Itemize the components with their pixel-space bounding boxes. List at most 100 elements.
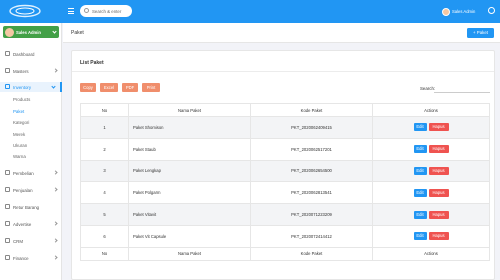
sidebar-item-crm[interactable]: CRM — [0, 236, 62, 246]
sidebar-profile[interactable]: Sales Admin — [3, 26, 59, 38]
table-search-input[interactable] — [434, 84, 490, 93]
copy-button[interactable]: Copy — [80, 83, 96, 92]
cell-actions: Edit Hapus — [372, 116, 490, 139]
sidebar-item-label: Dashboard — [13, 51, 35, 57]
user-menu[interactable]: Sales Admin — [440, 7, 475, 16]
folder-icon — [5, 68, 10, 73]
cell-kode: PKT_2020072414412 — [250, 224, 373, 248]
delete-button[interactable]: Hapus — [428, 188, 449, 197]
page-header: Paket + Paket — [63, 23, 500, 43]
sidebar-item-label: Masters — [13, 68, 29, 74]
sidebar-item-advertise[interactable]: Advertise — [0, 219, 62, 229]
sidebar-subitem-kategori[interactable]: Kategori — [13, 120, 29, 125]
page-title: Paket — [71, 30, 84, 36]
delete-button[interactable]: Hapus — [428, 210, 449, 219]
delete-button[interactable]: Hapus — [428, 123, 449, 132]
cell-actions: Edit Hapus — [372, 137, 490, 161]
edit-button[interactable]: Edit — [413, 145, 427, 154]
cell-nama: Paket Vit Capsule — [128, 224, 251, 248]
gear-icon[interactable] — [488, 7, 495, 14]
sidebar-item-dashboard[interactable]: Dashboard — [0, 49, 62, 59]
column-header-nama[interactable]: Nama Paket — [128, 103, 251, 117]
sidebar-item-label: Advertise — [13, 221, 32, 227]
divider — [72, 71, 494, 72]
search-placeholder: Search & enter — [92, 8, 122, 14]
edit-button[interactable]: Edit — [413, 166, 427, 175]
column-header-actions: Actions — [372, 103, 490, 117]
delete-button[interactable]: Hapus — [428, 232, 449, 241]
sidebar-item-label: CRM — [13, 238, 23, 244]
sidebar-item-penjualan[interactable]: Penjualan — [0, 185, 62, 195]
avatar — [5, 27, 14, 37]
table-row: 3 Paket Lengkap PKT_2020062654500 Edit Ha… — [80, 159, 490, 183]
cell-kode: PKT_2020062813541 — [250, 181, 373, 205]
sidebar-item-finance[interactable]: Finance — [0, 253, 62, 263]
wallet-icon — [5, 255, 10, 260]
cell-kode: PKT_2020071223209 — [250, 203, 373, 226]
sidebar-item-pembelian[interactable]: Pembelian — [0, 168, 62, 178]
cell-no: 1 — [80, 116, 129, 139]
cell-no: 2 — [80, 137, 129, 161]
sidebar-item-label: Pembelian — [13, 170, 34, 176]
edit-button[interactable]: Edit — [413, 188, 427, 197]
chevron-right-icon — [53, 169, 58, 175]
cell-actions: Edit Hapus — [372, 203, 490, 226]
cell-nama: Paket Vitavit — [128, 203, 251, 226]
print-button[interactable]: Print — [142, 83, 160, 92]
excel-button[interactable]: Excel — [100, 83, 118, 92]
sidebar-item-retur-barang[interactable]: Retur Barang — [0, 202, 62, 212]
list-card: List Paket Copy Excel PDF Print Search: … — [71, 50, 495, 280]
edit-button[interactable]: Edit — [413, 232, 427, 241]
footer-no: No — [80, 246, 129, 261]
chevron-right-icon — [53, 237, 58, 243]
cell-nama: Paket Polgarm — [128, 181, 251, 205]
chevron-right-icon — [53, 254, 58, 260]
chevron-right-icon — [53, 67, 58, 73]
sidebar-item-label: Penjualan — [13, 187, 33, 193]
table-row: 1 Paket Shomison PKT_2020062409415 Edit H… — [80, 116, 490, 139]
sidebar-item-label: Inventory — [13, 84, 32, 90]
search-input[interactable]: Search & enter — [80, 5, 132, 17]
sidebar-subitem-products[interactable]: Products — [13, 97, 30, 102]
sales-icon — [5, 187, 10, 192]
cell-no: 3 — [80, 159, 129, 183]
column-header-no[interactable]: No — [80, 103, 129, 117]
footer-actions: Actions — [372, 246, 490, 261]
table-row: 6 Paket Vit Capsule PKT_2020072414412 Ed… — [80, 224, 490, 248]
menu-toggle-icon[interactable] — [68, 8, 74, 14]
avatar — [442, 7, 450, 16]
table-header-row: No Nama Paket Kode Paket Actions — [80, 103, 490, 117]
top-bar: Search & enter Sales Admin — [0, 0, 500, 23]
cell-kode: PKT_2020062517201 — [250, 137, 373, 161]
chevron-right-icon — [53, 220, 58, 226]
profile-name: Sales Admin — [16, 29, 41, 35]
search-icon — [84, 8, 89, 13]
cell-kode: PKT_2020062654500 — [250, 159, 373, 183]
pdf-button[interactable]: PDF — [122, 83, 138, 92]
edit-button[interactable]: Edit — [413, 210, 427, 219]
column-header-kode[interactable]: Kode Paket — [250, 103, 373, 117]
sidebar-subitem-paket[interactable]: Paket — [13, 109, 24, 114]
cell-nama: Paket Staub — [128, 137, 251, 161]
cell-actions: Edit Hapus — [372, 159, 490, 183]
sidebar-item-inventory[interactable]: Inventory — [0, 82, 62, 92]
sidebar-subitem-ukuran[interactable]: Ukuran — [13, 143, 27, 148]
chevron-down-icon — [51, 83, 56, 89]
delete-button[interactable]: Hapus — [428, 145, 449, 154]
delete-button[interactable]: Hapus — [428, 166, 449, 175]
edit-button[interactable]: Edit — [413, 123, 427, 132]
people-icon — [5, 238, 10, 243]
logo-icon[interactable] — [7, 3, 43, 19]
sidebar-subitem-warna[interactable]: Warna — [13, 154, 26, 159]
sidebar-subitem-merek[interactable]: Merek — [13, 132, 25, 137]
footer-nama: Nama Paket — [128, 246, 251, 261]
cell-actions: Edit Hapus — [372, 181, 490, 205]
table-footer-row: No Nama Paket Kode Paket Actions — [80, 246, 490, 261]
cell-actions: Edit Hapus — [372, 224, 490, 248]
user-name: Sales Admin — [452, 9, 476, 14]
table-row: 4 Paket Polgarm PKT_2020062813541 Edit Ha… — [80, 181, 490, 205]
sidebar-item-label: Finance — [13, 255, 29, 261]
sidebar-item-masters[interactable]: Masters — [0, 66, 62, 76]
sidebar-item-label: Retur Barang — [13, 204, 40, 210]
add-paket-button[interactable]: + Paket — [467, 28, 494, 38]
